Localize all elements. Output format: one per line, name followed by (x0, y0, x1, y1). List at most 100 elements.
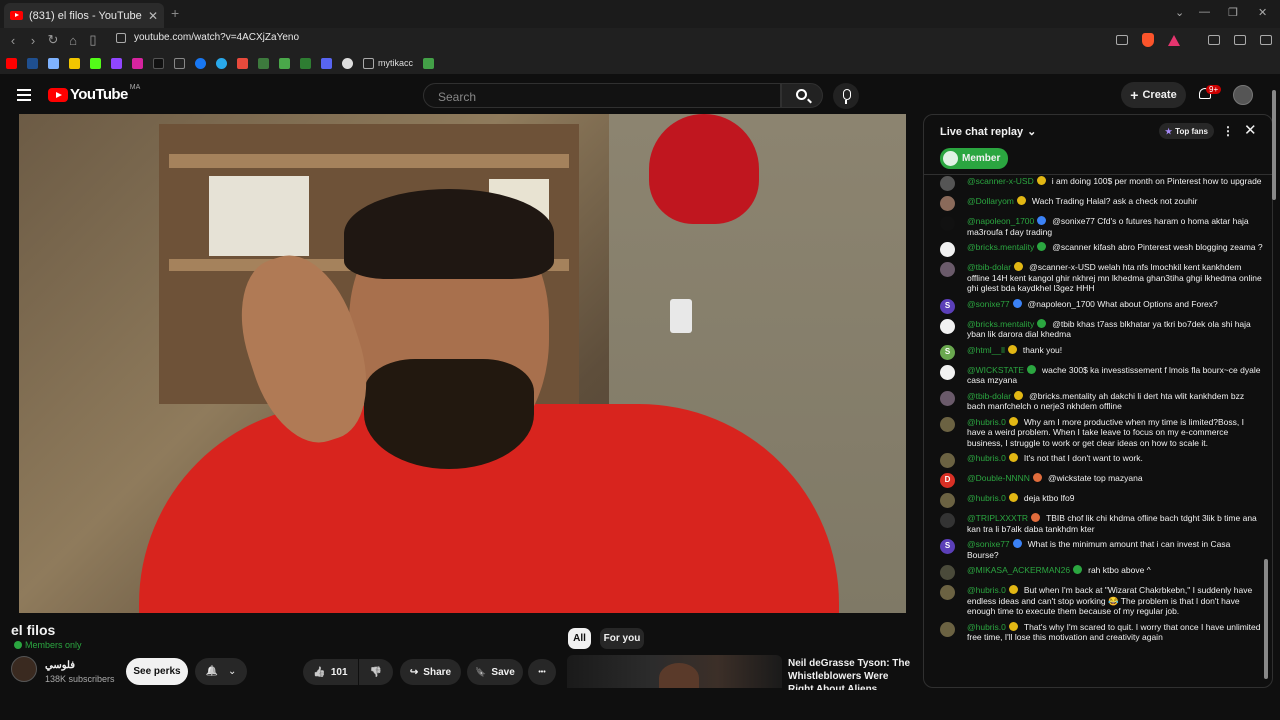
channel-name[interactable]: فلوسي (45, 660, 75, 671)
tab-search-icon[interactable]: ⌄ (1175, 6, 1184, 19)
page-scrollbar-thumb[interactable] (1272, 90, 1276, 200)
chat-author-name[interactable]: @Dollaryom (967, 196, 1014, 206)
chat-author-name[interactable]: @hubris.0 (967, 493, 1006, 503)
chat-author-avatar[interactable] (940, 493, 955, 508)
site-info-icon[interactable] (116, 32, 126, 43)
chat-message-list[interactable]: @scanner-x-USD i am doing 100$ per month … (924, 176, 1264, 687)
restore-icon[interactable]: ❐ (1228, 6, 1238, 19)
chat-author-avatar[interactable]: D (940, 473, 955, 488)
bookmark-youtube-icon[interactable] (6, 57, 17, 69)
chat-author-avatar[interactable]: S (940, 298, 955, 314)
home-icon[interactable]: ⌂ (63, 33, 83, 48)
chat-author-name[interactable]: @sonixe77 (967, 539, 1010, 549)
reload-icon[interactable]: ↻ (43, 32, 63, 48)
cast-icon[interactable] (1116, 35, 1128, 45)
bookmark-discord-icon[interactable] (321, 57, 332, 69)
bookmark-kick-icon[interactable] (90, 57, 101, 69)
bookmark-folder[interactable]: mytikacc (363, 57, 413, 69)
create-button[interactable]: + Create (1121, 82, 1186, 108)
url-field[interactable]: youtube.com/watch?v=4ACXjZaYeno (116, 32, 299, 43)
recommendation-title[interactable]: Neil deGrasse Tyson: The Whistleblowers … (788, 657, 913, 690)
channel-avatar[interactable] (11, 656, 37, 682)
brave-shields-icon[interactable] (1142, 33, 1154, 47)
chat-author-avatar[interactable] (940, 216, 955, 231)
chat-scrollbar[interactable] (1263, 179, 1268, 684)
chat-author-avatar[interactable] (940, 621, 955, 637)
video-player[interactable] (19, 114, 906, 613)
chat-author-avatar[interactable] (940, 176, 955, 191)
top-fans-button[interactable]: ★ Top fans (1159, 123, 1214, 139)
bookmark-facebook-icon[interactable] (195, 57, 206, 69)
page-scrollbar[interactable] (1271, 90, 1277, 690)
share-button[interactable]: ↪ Share (400, 659, 461, 685)
notification-settings-button[interactable]: 🔔 ⌄ (195, 658, 247, 685)
minimize-icon[interactable]: — (1199, 6, 1210, 18)
chat-author-name[interactable]: @bricks.mentality (967, 319, 1034, 329)
more-actions-button[interactable]: ••• (528, 659, 556, 685)
bookmark-icon[interactable]: ▯ (83, 32, 103, 48)
chat-author-name[interactable]: @html__ll (967, 345, 1005, 355)
bookmark-twitch-icon[interactable] (111, 57, 122, 69)
bookmark-instagram-icon[interactable] (132, 57, 143, 69)
chat-author-avatar[interactable] (940, 364, 955, 380)
youtube-logo[interactable]: YouTube MA (48, 84, 140, 103)
chat-author-avatar[interactable] (940, 565, 955, 580)
menu-icon[interactable] (1260, 35, 1272, 45)
search-button[interactable] (781, 83, 823, 108)
browser-tab[interactable]: (831) el filos - YouTube ✕ (4, 3, 164, 28)
forward-icon[interactable]: › (23, 33, 43, 48)
bookmark-green-icon[interactable] (258, 57, 269, 69)
chat-author-name[interactable]: @TRIPLXXXTR (967, 513, 1028, 523)
media-icon[interactable] (1234, 35, 1246, 45)
bookmark-telegram-icon[interactable] (216, 57, 227, 69)
like-button[interactable]: 👍 101 (303, 659, 358, 685)
bookmark-x-icon[interactable] (174, 57, 185, 69)
save-button[interactable]: 🔖 Save (467, 659, 523, 685)
chat-author-avatar[interactable]: S (940, 539, 955, 554)
search-input[interactable]: Search (423, 83, 781, 108)
recommendation-thumbnail[interactable] (567, 655, 782, 688)
brave-rewards-icon[interactable] (1168, 34, 1180, 46)
sidebar-icon[interactable] (1208, 35, 1220, 45)
chat-author-avatar[interactable] (940, 453, 955, 468)
chat-scrollbar-thumb[interactable] (1264, 559, 1268, 679)
chat-author-avatar[interactable] (940, 196, 955, 211)
chat-author-avatar[interactable] (940, 390, 955, 406)
chat-author-avatar[interactable] (940, 416, 955, 432)
chat-author-name[interactable]: @Double-NNNN (967, 473, 1030, 483)
chat-author-name[interactable]: @hubris.0 (967, 622, 1006, 632)
chat-author-name[interactable]: @MIKASA_ACKERMAN26 (967, 565, 1070, 575)
chat-author-name[interactable]: @tbib-dolar (967, 262, 1011, 272)
chat-author-name[interactable]: @hubris.0 (967, 417, 1006, 427)
window-close-icon[interactable]: ✕ (1258, 6, 1267, 19)
chat-author-avatar[interactable] (940, 262, 955, 277)
chat-author-name[interactable]: @hubris.0 (967, 585, 1006, 595)
bookmark-tiktok-icon[interactable] (153, 57, 164, 69)
chat-mode-dropdown[interactable]: Live chat replay ⌄ (940, 125, 1036, 139)
chat-author-name[interactable]: @napoleon_1700 (967, 216, 1034, 226)
chat-author-avatar[interactable] (940, 318, 955, 334)
chip-all[interactable]: All (568, 628, 591, 649)
bookmark-yellow-icon[interactable] (69, 57, 80, 69)
bookmark-figure-icon[interactable] (279, 57, 290, 69)
member-filter-chip[interactable]: Member (940, 148, 1009, 169)
chat-author-avatar[interactable] (940, 513, 955, 528)
new-tab-button[interactable]: + (171, 5, 179, 21)
bookmark-gemini-icon[interactable] (48, 57, 59, 69)
chat-author-avatar[interactable] (940, 585, 955, 600)
account-avatar[interactable] (1233, 85, 1253, 105)
chat-author-name[interactable]: @WICKSTATE (967, 365, 1024, 375)
chat-author-name[interactable]: @bricks.mentality (967, 242, 1034, 252)
bookmark-globe-icon[interactable] (342, 57, 353, 69)
bookmark-red-icon[interactable] (237, 57, 248, 69)
chat-author-name[interactable]: @scanner-x-USD (967, 176, 1034, 186)
tab-close-icon[interactable]: ✕ (148, 9, 158, 23)
chat-close-icon[interactable]: ✕ (1244, 121, 1257, 139)
dislike-button[interactable]: 👎 (359, 659, 393, 685)
voice-search-icon[interactable] (833, 83, 859, 109)
chat-author-name[interactable]: @tbib-dolar (967, 391, 1011, 401)
back-icon[interactable]: ‹ (3, 33, 23, 48)
bookmark-chart-icon[interactable] (423, 57, 435, 69)
chat-more-icon[interactable]: ⋮ (1222, 124, 1234, 138)
chat-author-name[interactable]: @hubris.0 (967, 453, 1006, 463)
